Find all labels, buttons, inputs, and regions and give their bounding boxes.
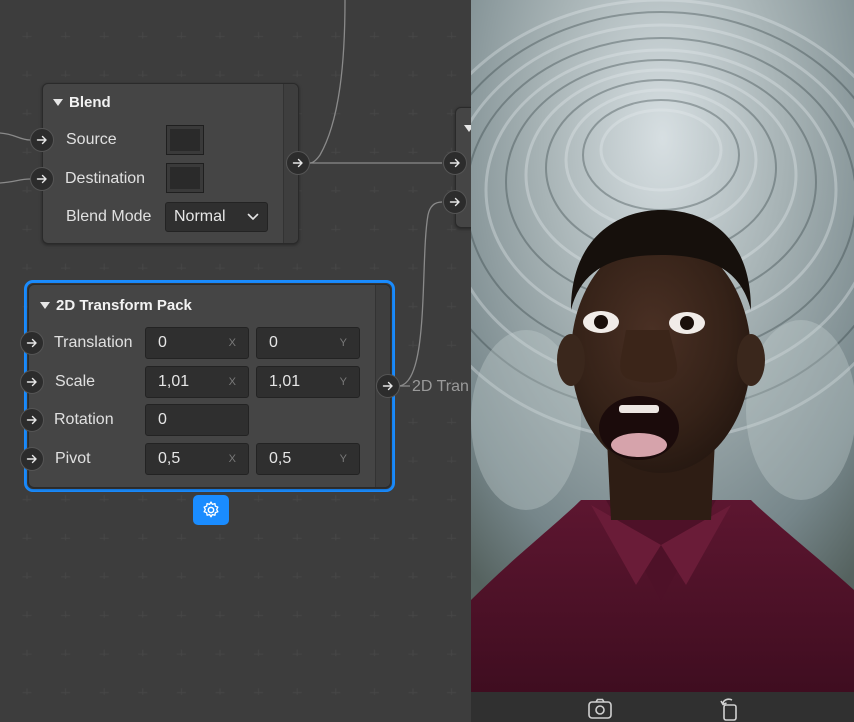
pivot-x-value: 0,5 bbox=[158, 450, 181, 467]
arrow-right-icon bbox=[382, 381, 393, 391]
node-settings-button[interactable] bbox=[193, 495, 229, 525]
rotation-input-port[interactable] bbox=[20, 408, 44, 432]
rotate-icon[interactable] bbox=[717, 697, 743, 721]
arrow-right-icon bbox=[292, 158, 303, 168]
rotation-value: 0 bbox=[158, 411, 167, 428]
source-label: Source bbox=[66, 131, 117, 148]
collapse-icon[interactable] bbox=[40, 302, 50, 309]
arrow-right-icon bbox=[26, 377, 37, 387]
scale-x-value: 1,01 bbox=[158, 373, 190, 390]
pivot-y-value: 0,5 bbox=[269, 450, 292, 467]
scale-input-port[interactable] bbox=[20, 370, 44, 394]
pivot-y-field[interactable]: 0,5 Y bbox=[256, 443, 360, 475]
switch-camera-icon[interactable] bbox=[587, 697, 613, 721]
arrow-right-icon bbox=[36, 135, 47, 145]
axis-y-label: Y bbox=[339, 453, 347, 465]
transform-output-label: 2D Tran bbox=[412, 378, 469, 395]
gear-icon bbox=[203, 501, 219, 518]
patch-editor-canvas[interactable]: Blend Source Destination Blend Mode Norm… bbox=[0, 0, 471, 722]
pivot-input-port[interactable] bbox=[20, 447, 44, 471]
pivot-x-field[interactable]: 0,5 X bbox=[145, 443, 249, 475]
collapse-icon[interactable] bbox=[464, 125, 471, 132]
blend-mode-dropdown[interactable]: Normal bbox=[165, 202, 268, 232]
arrow-right-icon bbox=[26, 338, 37, 348]
source-input-port[interactable] bbox=[30, 128, 54, 152]
preview-image bbox=[471, 0, 854, 692]
collapse-icon[interactable] bbox=[53, 99, 63, 106]
rotation-field[interactable]: 0 bbox=[145, 404, 249, 436]
axis-y-label: Y bbox=[339, 376, 347, 388]
scale-y-value: 1,01 bbox=[269, 373, 301, 390]
axis-x-label: X bbox=[228, 337, 236, 349]
transform-title-text: 2D Transform Pack bbox=[56, 297, 192, 314]
axis-y-label: Y bbox=[339, 337, 347, 349]
transform-node-title[interactable]: 2D Transform Pack bbox=[40, 297, 192, 314]
axis-x-label: X bbox=[228, 453, 236, 465]
rotation-label: Rotation bbox=[54, 411, 114, 428]
source-color-swatch[interactable] bbox=[166, 125, 204, 155]
arrow-right-icon bbox=[26, 454, 37, 464]
pivot-label: Pivot bbox=[55, 450, 91, 467]
chevron-down-icon bbox=[247, 213, 259, 220]
arrow-right-icon bbox=[449, 197, 460, 207]
arrow-right-icon bbox=[26, 415, 37, 425]
preview-toolbar bbox=[471, 692, 854, 722]
scale-x-field[interactable]: 1,01 X bbox=[145, 366, 249, 398]
destination-color-swatch[interactable] bbox=[166, 163, 204, 193]
blend-node-title[interactable]: Blend bbox=[53, 94, 111, 111]
camera-preview bbox=[471, 0, 854, 692]
partial-node-input-port-1[interactable] bbox=[443, 151, 467, 175]
scale-label: Scale bbox=[55, 373, 96, 390]
scale-y-field[interactable]: 1,01 Y bbox=[256, 366, 360, 398]
translation-y-field[interactable]: 0 Y bbox=[256, 327, 360, 359]
translation-x-value: 0 bbox=[158, 334, 167, 351]
blend-mode-label: Blend Mode bbox=[66, 208, 152, 225]
translation-label: Translation bbox=[54, 334, 133, 351]
arrow-right-icon bbox=[449, 158, 460, 168]
translation-x-field[interactable]: 0 X bbox=[145, 327, 249, 359]
axis-x-label: X bbox=[228, 376, 236, 388]
partial-node-input-port-2[interactable] bbox=[443, 190, 467, 214]
translation-y-value: 0 bbox=[269, 334, 278, 351]
destination-label: Destination bbox=[65, 170, 146, 187]
blend-title-text: Blend bbox=[69, 94, 111, 111]
destination-input-port[interactable] bbox=[30, 167, 54, 191]
arrow-right-icon bbox=[36, 174, 47, 184]
transform-output-port[interactable] bbox=[376, 374, 400, 398]
blend-mode-value: Normal bbox=[174, 208, 226, 225]
translation-input-port[interactable] bbox=[20, 331, 44, 355]
blend-output-port[interactable] bbox=[286, 151, 310, 175]
